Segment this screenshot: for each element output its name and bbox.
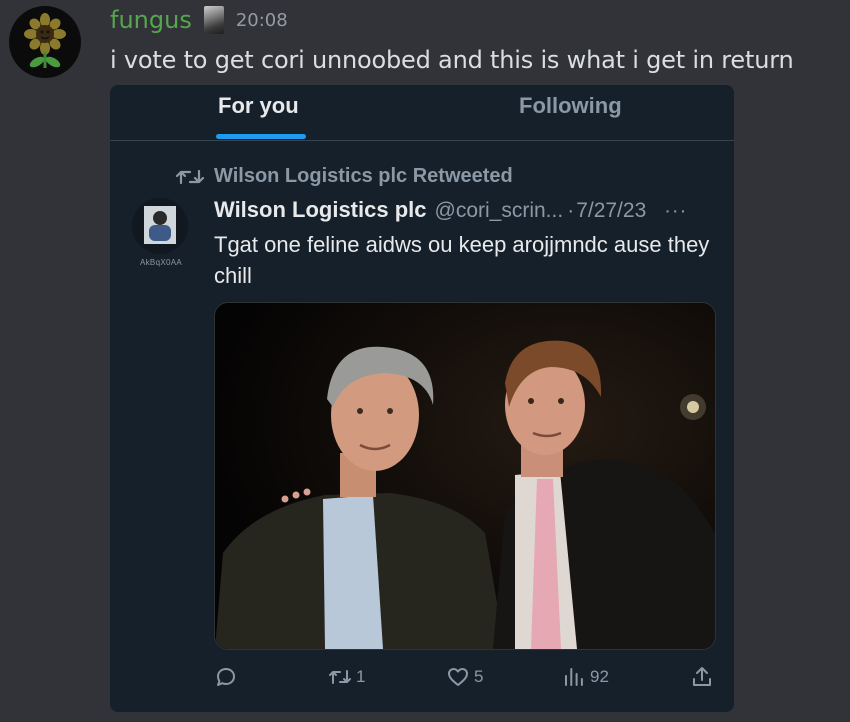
tweet-header: Wilson Logistics plc @cori_scrin... · 7/… [214,197,687,223]
separator-dot: · [567,199,575,222]
tweet-photo [214,302,716,650]
tweet-date: 7/27/23 [576,199,647,222]
photo-two-men-icon [215,303,715,649]
message-header: fungus 20:08 [110,4,288,36]
views-icon [565,668,583,686]
tweet-author-avatar [132,198,188,254]
attached-screenshot[interactable]: For you Following Wilson Logistics plc R… [110,85,734,712]
username[interactable]: fungus [110,6,192,34]
message-text: i vote to get cori unnoobed and this is … [110,46,794,74]
retweet-count: 1 [356,667,366,686]
retweet-icon [329,670,351,684]
tab-for-you: For you [218,93,299,118]
person-avatar-icon [132,198,188,254]
tweet-author-name: Wilson Logistics plc [214,197,427,222]
tweet-text: Tgat one feline aidws ou keep arojjmndc … [214,232,710,288]
retweet-icon [176,169,204,184]
avatar-caption: AkBqX0AA [140,258,182,267]
views-button[interactable]: 92 [562,665,609,689]
reply-button[interactable] [214,665,238,689]
tweet-author-handle: @cori_scrin... [434,199,564,222]
retweet-button[interactable]: 1 [328,665,365,689]
tweet-actions: 1 5 92 [214,665,716,695]
user-avatar[interactable] [9,6,81,78]
heart-icon [448,668,468,686]
sunflower-avatar-icon [24,13,66,68]
tab-following: Following [519,93,622,118]
reply-icon [217,668,235,686]
role-icon [203,6,224,34]
share-button[interactable] [690,665,714,689]
views-count: 92 [590,667,609,686]
active-tab-indicator [216,134,306,139]
message-timestamp: 20:08 [235,9,288,31]
like-count: 5 [474,667,484,686]
retweet-label: Wilson Logistics plc Retweeted [214,165,513,187]
timeline-tabs: For you Following [110,85,734,141]
more-options-icon: ··· [664,200,688,222]
retweet-context: Wilson Logistics plc Retweeted [176,165,513,188]
share-icon [693,667,711,686]
like-button[interactable]: 5 [446,665,483,689]
